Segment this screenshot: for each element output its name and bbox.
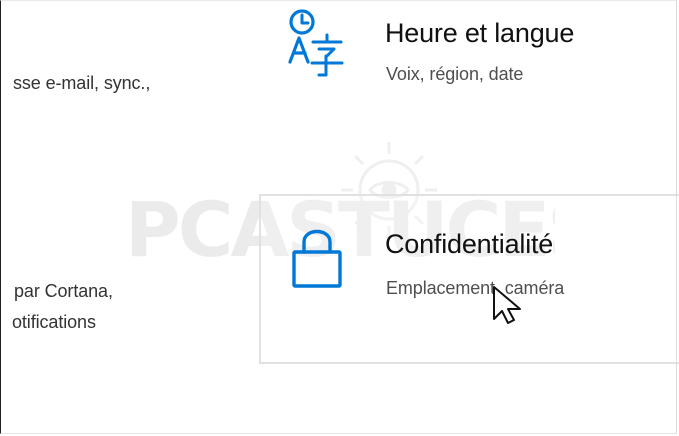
account-description-fragment: sse e-mail, sync., (13, 73, 151, 93)
privacy-subtitle: Emplacement, caméra (386, 278, 565, 298)
lock-icon (292, 229, 342, 288)
notifications-description-fragment: otifications (12, 312, 96, 332)
privacy-title: Confidentialité (385, 229, 554, 259)
time-language-subtitle: Voix, région, date (386, 64, 524, 84)
time-language-title: Heure et langue (385, 18, 575, 48)
cortana-description-fragment: par Cortana, (14, 281, 113, 301)
time-language-icon (288, 9, 344, 77)
settings-window: PCASTUCES sse e-mail, sync., par Cortana… (0, 0, 679, 436)
